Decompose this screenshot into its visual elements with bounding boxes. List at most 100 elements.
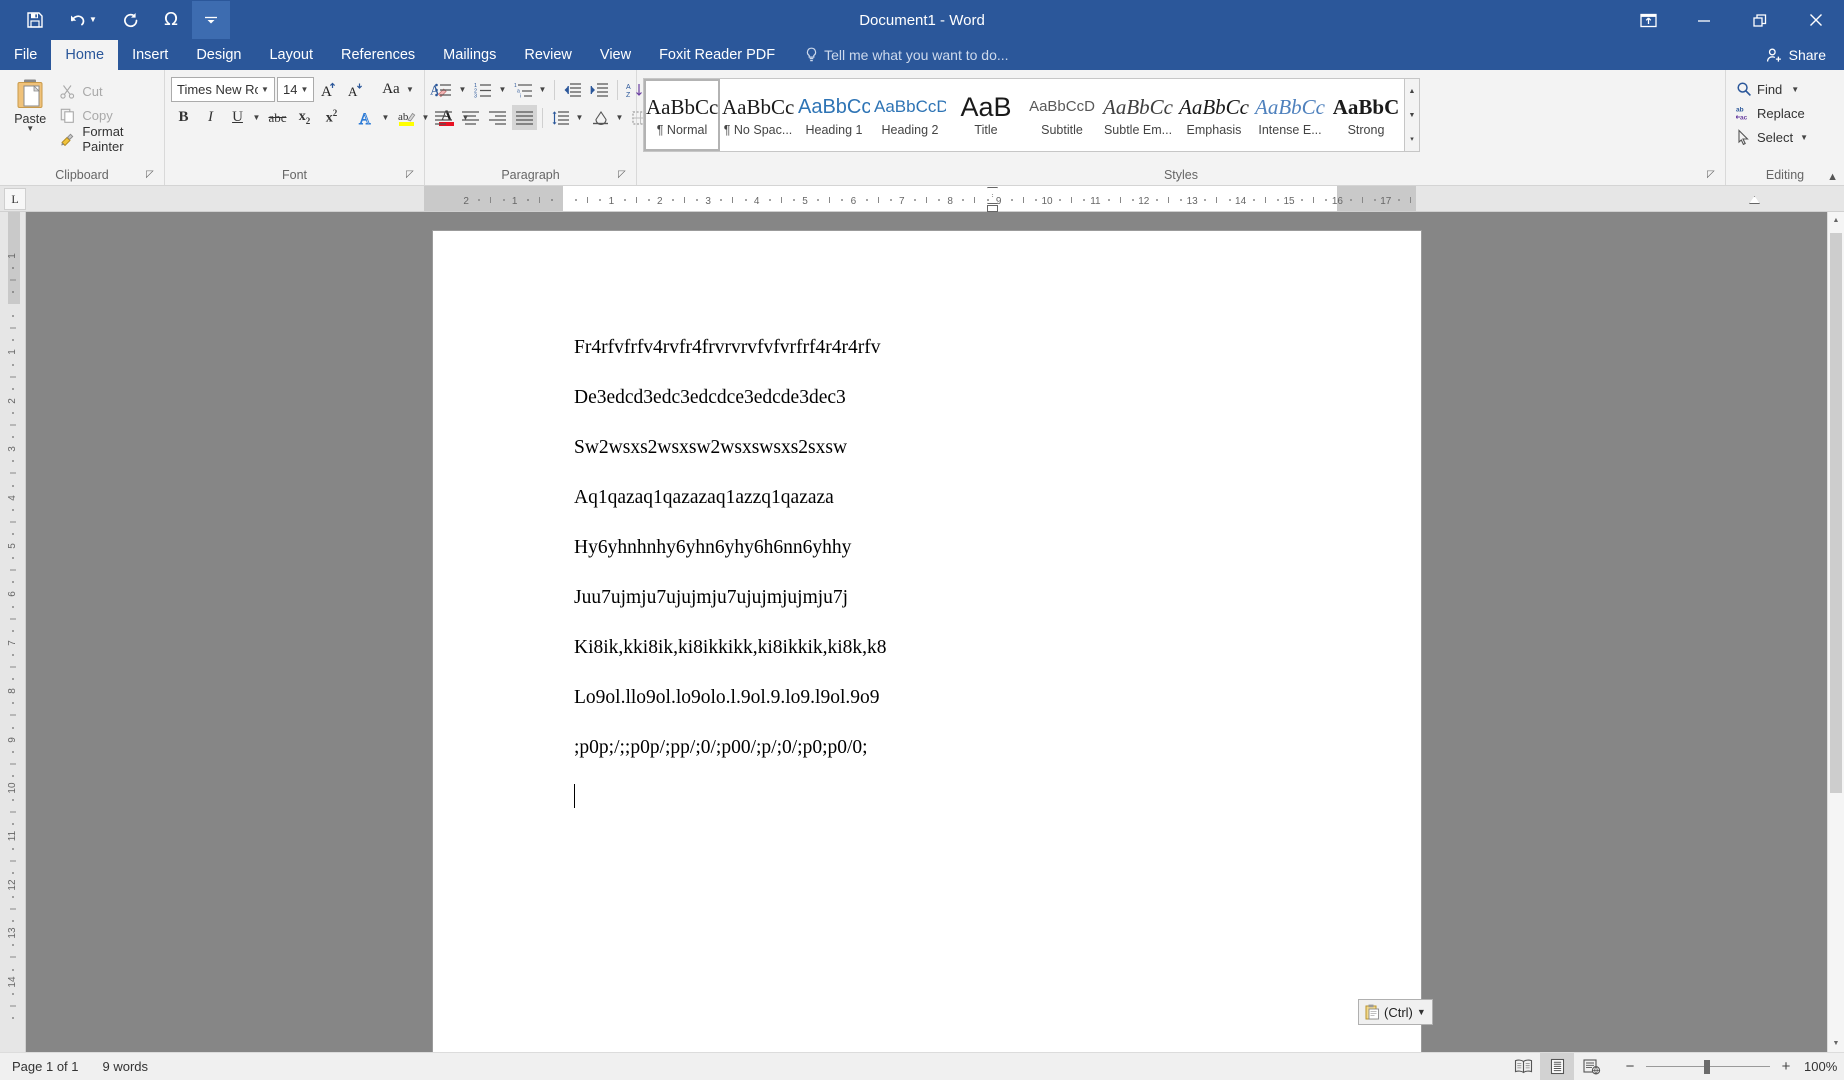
numbering-caret[interactable]: ▼: [496, 77, 509, 102]
font-size-input[interactable]: 14 ▼: [277, 77, 314, 102]
tab-insert[interactable]: Insert: [118, 40, 182, 70]
style-title[interactable]: AaB Title: [948, 79, 1024, 151]
text-effects-caret[interactable]: ▼: [379, 105, 392, 130]
right-indent-marker[interactable]: [1749, 196, 1760, 204]
zoom-slider[interactable]: [1646, 1060, 1770, 1074]
undo-dropdown-caret[interactable]: ▼: [89, 16, 97, 24]
align-left-button[interactable]: [431, 105, 456, 130]
scroll-up-icon[interactable]: ▲: [1828, 212, 1844, 229]
zoom-out-button[interactable]: −: [1622, 1058, 1638, 1075]
styles-scroll-up-icon[interactable]: ▲: [1405, 79, 1419, 103]
styles-scroll-down-icon[interactable]: ▼: [1405, 103, 1419, 127]
paste-button[interactable]: Paste ▼: [6, 75, 54, 132]
document-body[interactable]: Fr4rfvfrfv4rvfr4frvrvrvfvfvrfrf4r4r4rfv …: [574, 323, 1294, 823]
align-right-button[interactable]: [485, 105, 510, 130]
zoom-in-button[interactable]: +: [1778, 1058, 1794, 1075]
underline-button[interactable]: U ▼: [225, 105, 263, 130]
style-intense-emphasis[interactable]: AaBbCc Intense E...: [1252, 79, 1328, 151]
find-caret[interactable]: ▼: [1791, 85, 1799, 94]
select-button[interactable]: Select ▼: [1732, 125, 1812, 149]
word-count[interactable]: 9 words: [91, 1053, 161, 1080]
strikethrough-button[interactable]: abc: [265, 105, 290, 130]
share-button[interactable]: Share: [1752, 40, 1844, 70]
tab-view[interactable]: View: [586, 40, 645, 70]
paste-dropdown-caret[interactable]: ▼: [26, 126, 34, 132]
customize-quick-access-toolbar-icon[interactable]: [192, 1, 230, 39]
paste-options-caret[interactable]: ▼: [1417, 1007, 1426, 1017]
undo-icon[interactable]: ▼: [56, 1, 110, 39]
font-dialog-launcher[interactable]: ◸: [406, 170, 418, 182]
font-name-dropdown-caret[interactable]: ▼: [258, 85, 272, 94]
shading-button[interactable]: ▼: [588, 105, 626, 130]
tab-file[interactable]: File: [0, 40, 51, 70]
print-layout-button[interactable]: [1540, 1053, 1574, 1080]
replace-button[interactable]: abac Replace: [1732, 101, 1812, 125]
zoom-level[interactable]: 100%: [1804, 1059, 1844, 1074]
paste-options-button[interactable]: (Ctrl) ▼: [1358, 999, 1433, 1025]
tell-me-search[interactable]: Tell me what you want to do...: [789, 40, 1008, 70]
scroll-down-icon[interactable]: ▼: [1828, 1035, 1844, 1052]
tab-home[interactable]: Home: [51, 40, 118, 70]
text-effects-button[interactable]: A ▼: [354, 105, 392, 130]
collapse-ribbon-icon[interactable]: ▲: [1827, 171, 1838, 183]
superscript-button[interactable]: x2: [319, 105, 344, 130]
style-heading-1[interactable]: AaBbCc Heading 1: [796, 79, 872, 151]
select-caret[interactable]: ▼: [1800, 133, 1808, 142]
styles-dialog-launcher[interactable]: ◸: [1707, 170, 1719, 182]
justify-button[interactable]: [512, 105, 537, 130]
vertical-ruler[interactable]: 11234567891011121314: [0, 212, 26, 1052]
document-page[interactable]: Fr4rfvfrfv4rvfr4frvrvrvfvfvrfrf4r4r4rfv …: [432, 230, 1422, 1052]
grow-font-button[interactable]: A: [316, 77, 341, 102]
read-mode-button[interactable]: [1506, 1053, 1540, 1080]
web-layout-button[interactable]: [1574, 1053, 1608, 1080]
line-spacing-button[interactable]: ▼: [548, 105, 586, 130]
numbering-button[interactable]: 123 ▼: [471, 77, 509, 102]
left-indent-marker[interactable]: [987, 205, 998, 212]
page-indicator[interactable]: Page 1 of 1: [0, 1053, 91, 1080]
font-name-input[interactable]: Times New Ro ▼: [171, 77, 275, 102]
tab-mailings[interactable]: Mailings: [429, 40, 510, 70]
style-subtitle[interactable]: AaBbCcD Subtitle: [1024, 79, 1100, 151]
tab-selector-button[interactable]: L: [4, 188, 26, 210]
style-subtle-emphasis[interactable]: AaBbCc Subtle Em...: [1100, 79, 1176, 151]
format-painter-button[interactable]: Format Painter: [54, 127, 158, 151]
style-strong[interactable]: AaBbC Strong: [1328, 79, 1404, 151]
multilevel-list-button[interactable]: 1ai ▼: [511, 77, 549, 102]
decrease-indent-button[interactable]: [560, 77, 585, 102]
tab-references[interactable]: References: [327, 40, 429, 70]
style-heading-2[interactable]: AaBbCcD Heading 2: [872, 79, 948, 151]
vertical-scrollbar[interactable]: ▲ ▼: [1827, 212, 1844, 1052]
scrollbar-track[interactable]: [1828, 229, 1844, 1035]
omega-icon[interactable]: Ω: [152, 1, 190, 39]
increase-indent-button[interactable]: [587, 77, 612, 102]
style-no-spacing[interactable]: AaBbCc ¶ No Spac...: [720, 79, 796, 151]
bullets-button[interactable]: ▼: [431, 77, 469, 102]
tab-review[interactable]: Review: [510, 40, 586, 70]
italic-button[interactable]: I: [198, 105, 223, 130]
shrink-font-button[interactable]: A: [343, 77, 368, 102]
style-normal[interactable]: AaBbCc ¶ Normal: [644, 79, 720, 151]
multilevel-list-caret[interactable]: ▼: [536, 77, 549, 102]
change-case-button[interactable]: Aa ▼: [378, 77, 416, 102]
redo-icon[interactable]: [112, 1, 150, 39]
tab-layout[interactable]: Layout: [255, 40, 327, 70]
bullets-caret[interactable]: ▼: [456, 77, 469, 102]
tab-foxit-reader-pdf[interactable]: Foxit Reader PDF: [645, 40, 789, 70]
clipboard-dialog-launcher[interactable]: ◸: [146, 170, 158, 182]
tab-design[interactable]: Design: [182, 40, 255, 70]
align-center-button[interactable]: [458, 105, 483, 130]
horizontal-ruler[interactable]: L 211234567891011121314151617: [0, 186, 1844, 212]
bold-button[interactable]: B: [171, 105, 196, 130]
underline-caret[interactable]: ▼: [250, 105, 263, 130]
minimize-icon[interactable]: [1676, 0, 1732, 40]
scrollbar-thumb[interactable]: [1830, 233, 1842, 793]
font-size-dropdown-caret[interactable]: ▼: [297, 85, 311, 94]
shading-caret[interactable]: ▼: [613, 105, 626, 130]
subscript-button[interactable]: x2: [292, 105, 317, 130]
styles-more-icon[interactable]: ▾: [1405, 127, 1419, 151]
paragraph-dialog-launcher[interactable]: ◸: [618, 170, 630, 182]
save-icon[interactable]: [16, 1, 54, 39]
cut-button[interactable]: Cut: [54, 79, 158, 103]
line-spacing-caret[interactable]: ▼: [573, 105, 586, 130]
close-icon[interactable]: [1788, 0, 1844, 40]
